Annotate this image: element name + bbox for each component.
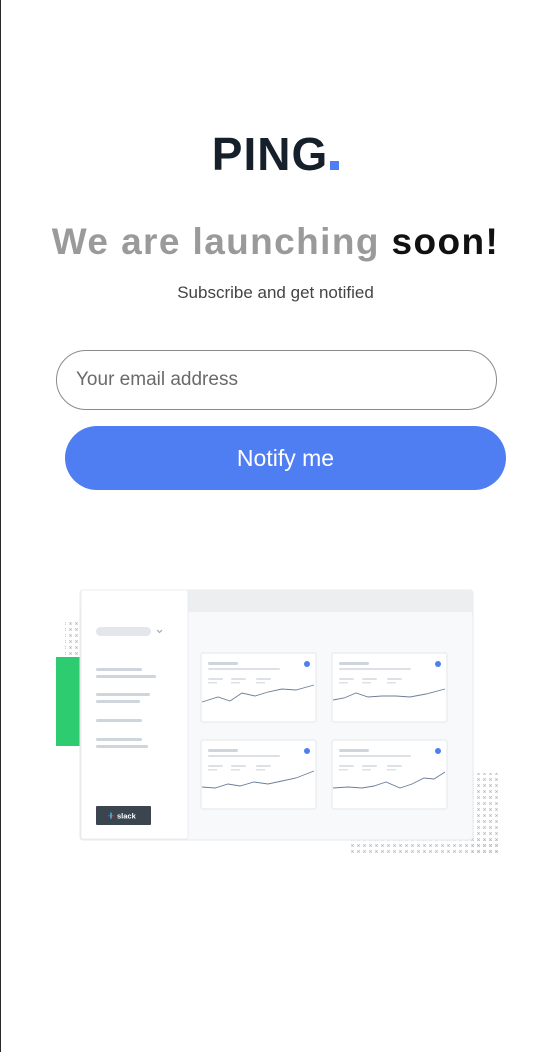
mock-nav-line	[96, 719, 142, 722]
brand-logo: PING	[0, 130, 551, 178]
mock-nav-line	[96, 745, 148, 748]
notify-button[interactable]: Notify me	[65, 426, 506, 490]
dashboard-illustration: slack	[56, 589, 498, 856]
mock-dropdown	[96, 627, 151, 636]
page-subtitle: Subscribe and get notified	[177, 283, 374, 302]
brand-dot-icon	[330, 161, 340, 170]
page-headline: We are launching soon!	[0, 220, 551, 264]
pattern-right	[472, 773, 498, 853]
email-field[interactable]	[56, 350, 497, 410]
mock-nav-line	[96, 675, 156, 678]
mock-nav-line	[96, 693, 150, 696]
mock-nav-line	[96, 668, 142, 671]
brand-name: PING	[211, 128, 329, 180]
mock-chart-card	[331, 739, 448, 810]
slack-label: slack	[117, 812, 137, 821]
green-accent-block	[56, 657, 82, 746]
mock-chart-card	[200, 652, 317, 723]
mock-chart-card	[200, 739, 317, 810]
headline-dark-text: soon!	[391, 221, 500, 262]
mock-chart-card	[331, 652, 448, 723]
headline-light-text: We are launching	[51, 221, 380, 262]
mock-nav-line	[96, 738, 142, 741]
mock-nav-line	[96, 700, 140, 703]
